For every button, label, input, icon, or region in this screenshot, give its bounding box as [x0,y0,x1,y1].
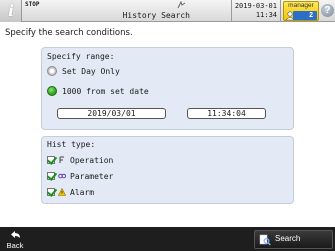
checkbox-label: Operation [70,155,114,165]
info-button[interactable]: i [0,0,22,22]
checkbox-checked-icon [47,188,55,196]
datetime-display: 2019-03-01 11:34 [231,0,281,22]
bottom-bar: Back Search [0,227,335,251]
range-title: Specify range: [47,52,115,61]
search-label: Search [275,234,301,243]
hist-type-panel: Hist type: Operation Parameter Alarm [41,136,294,204]
checkbox-checked-icon [47,156,55,164]
back-label: Back [6,241,24,250]
checkbox-alarm[interactable]: Alarm [47,186,94,198]
screen-title: History Search [122,11,190,20]
operation-icon [58,156,66,164]
radio-selected-icon [47,86,57,96]
hist-type-title: Hist type: [47,140,96,149]
checkbox-checked-icon [47,172,55,180]
date-field[interactable]: 2019/03/01 [57,108,166,119]
run-status: STOP [25,1,40,8]
instruction-text: Specify the search conditions. [5,28,133,38]
range-panel: Specify range: Set Day Only 1000 from se… [41,47,294,130]
user-level-badge: 2 [293,11,317,20]
machine-status-icon [177,1,186,9]
search-icon [259,234,271,246]
top-bar: i STOP History Search 2019-03-01 11:34 m… [0,0,335,22]
alarm-icon [57,187,67,196]
user-login-button[interactable]: manager 2 [283,1,319,21]
time-display: 11:34 [255,11,277,19]
radio-label: Set Day Only [62,66,120,76]
back-arrow-icon [11,231,20,238]
search-button[interactable]: Search [254,230,333,249]
parameter-icon [58,172,67,180]
checkbox-operation[interactable]: Operation [47,154,113,166]
main-content: Specify the search conditions. Specify r… [0,23,335,227]
back-button[interactable]: Back [0,227,30,251]
help-icon: ? [321,4,334,17]
radio-1000-from-set-date[interactable]: 1000 from set date [47,85,149,97]
help-button[interactable]: ? [320,1,335,21]
date-display: 2019-03-01 [234,2,277,10]
time-field[interactable]: 11:34:04 [187,108,266,119]
checkbox-parameter[interactable]: Parameter [47,170,113,182]
user-name: manager [288,2,314,9]
checkbox-label: Parameter [70,171,114,181]
radio-label: 1000 from set date [62,86,149,96]
info-icon: i [7,1,15,20]
radio-unselected-icon [47,66,57,76]
radio-set-day-only[interactable]: Set Day Only [47,65,120,77]
checkbox-label: Alarm [70,187,95,197]
